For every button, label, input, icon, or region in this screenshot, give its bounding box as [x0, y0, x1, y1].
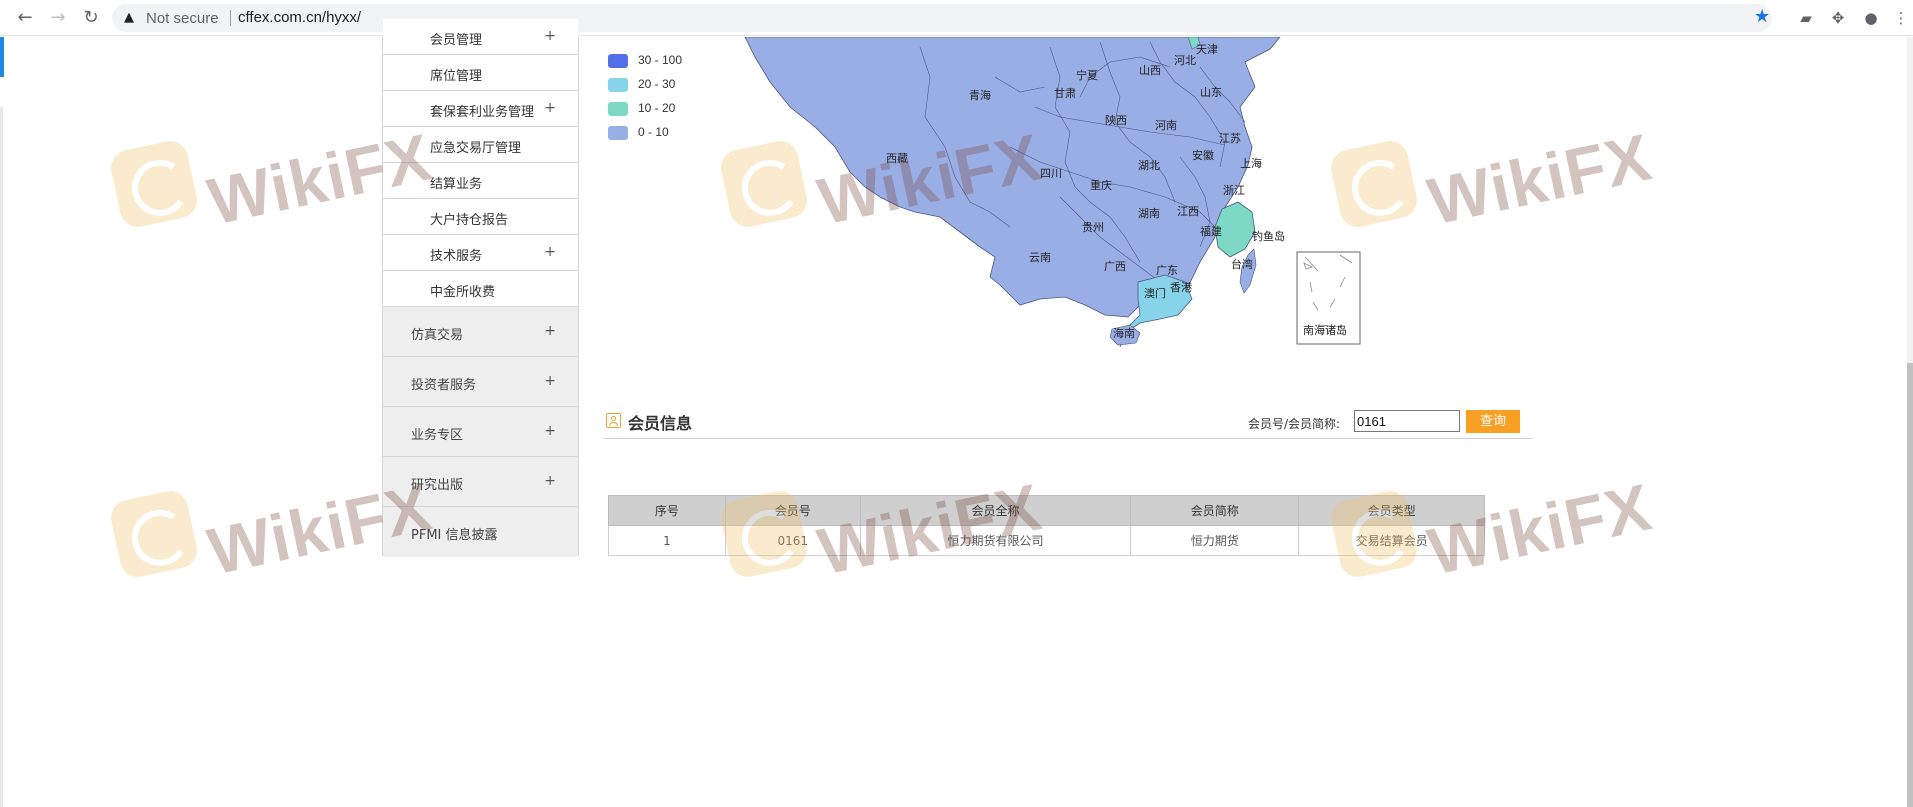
map-label: 江西: [1177, 205, 1199, 218]
col-header: 会员全称: [859, 495, 1132, 526]
menu-dots-icon[interactable]: ⋮: [1890, 7, 1912, 29]
puzzle-icon[interactable]: ✥: [1827, 7, 1849, 29]
map-label: 上海: [1240, 157, 1262, 170]
map-label: 重庆: [1090, 179, 1112, 192]
map-label: 河南: [1155, 119, 1177, 132]
profile-icon[interactable]: ●: [1860, 7, 1882, 29]
table-header-row: 序号 会员号 会员全称 会员简称 会员类型: [608, 495, 1485, 526]
map-label: 宁夏: [1076, 69, 1098, 82]
bookmark-star-icon[interactable]: ★: [1754, 6, 1770, 27]
map-label: 山西: [1139, 64, 1161, 77]
cell-short-name: 恒力期货: [1130, 525, 1300, 556]
back-arrow-icon[interactable]: ←: [14, 7, 36, 29]
map-label: 甘肃: [1054, 87, 1076, 100]
security-label: Not secure: [146, 10, 219, 27]
map-label: 青海: [969, 89, 991, 102]
map-label: 广西: [1104, 260, 1126, 273]
extension-icon[interactable]: ▰: [1795, 7, 1817, 29]
section-title: 会员信息: [628, 414, 693, 433]
query-button[interactable]: 查询: [1466, 410, 1520, 433]
map-mainland: [744, 37, 1281, 318]
map-label: 湖南: [1138, 207, 1160, 220]
member-search-input[interactable]: [1354, 410, 1460, 432]
reload-icon[interactable]: ↻: [80, 7, 102, 29]
map-label: 福建: [1200, 225, 1222, 238]
map-label: 浙江: [1223, 184, 1245, 197]
map-label: 澳门: [1144, 287, 1166, 300]
map-label: 山东: [1200, 86, 1222, 99]
warning-icon: ▲: [124, 10, 134, 25]
member-table: 序号 会员号 会员全称 会员简称 会员类型 1 0161 恒力期货有限公司 恒力…: [608, 495, 1485, 556]
map-label: 四川: [1040, 167, 1062, 180]
cell-member-no: 0161: [724, 525, 861, 556]
address-separator: [230, 10, 231, 26]
cell-full-name: 恒力期货有限公司: [859, 525, 1132, 556]
member-info-header: 会员信息 会员号/会员简称: 查询: [604, 407, 1532, 439]
cell-member-type: 交易结算会员: [1298, 525, 1485, 556]
map-label: 西藏: [886, 152, 908, 165]
browser-toolbar: ← → ↻ ▲ Not secure cffex.com.cn/hyxx/ ★ …: [0, 0, 1913, 36]
page-content: 会员管理 + 席位管理 套保套利业务管理 + 应急交易厅管理 结算业务 大户持仓…: [0, 19, 1913, 807]
map-label: 南海诸岛: [1303, 324, 1347, 337]
map-label: 安徽: [1192, 149, 1214, 162]
col-header: 会员号: [724, 495, 861, 526]
map-label: 江苏: [1219, 132, 1241, 145]
address-bar[interactable]: ▲ Not secure cffex.com.cn/hyxx/: [112, 4, 1772, 32]
url-text[interactable]: cffex.com.cn/hyxx/: [238, 9, 361, 26]
map-label: 香港: [1170, 281, 1192, 294]
map-label: 贵州: [1082, 221, 1104, 234]
map-label: 天津: [1196, 43, 1218, 56]
map-label: 海南: [1113, 327, 1135, 340]
col-header: 会员简称: [1130, 495, 1300, 526]
map-label: 广东: [1156, 264, 1178, 277]
map-label: 钓鱼岛: [1252, 230, 1285, 243]
map-label: 云南: [1029, 251, 1051, 264]
col-header: 序号: [608, 495, 726, 526]
map-label: 陕西: [1105, 114, 1127, 127]
map-label: 台湾: [1231, 258, 1253, 271]
cell-index: 1: [608, 525, 726, 556]
table-row[interactable]: 1 0161 恒力期货有限公司 恒力期货 交易结算会员: [608, 525, 1485, 556]
map-label: 河北: [1174, 54, 1196, 67]
map-label: 湖北: [1138, 159, 1160, 172]
search-label: 会员号/会员简称:: [1248, 417, 1341, 431]
person-icon: [606, 413, 621, 428]
col-header: 会员类型: [1298, 495, 1485, 526]
forward-arrow-icon[interactable]: →: [47, 7, 69, 29]
